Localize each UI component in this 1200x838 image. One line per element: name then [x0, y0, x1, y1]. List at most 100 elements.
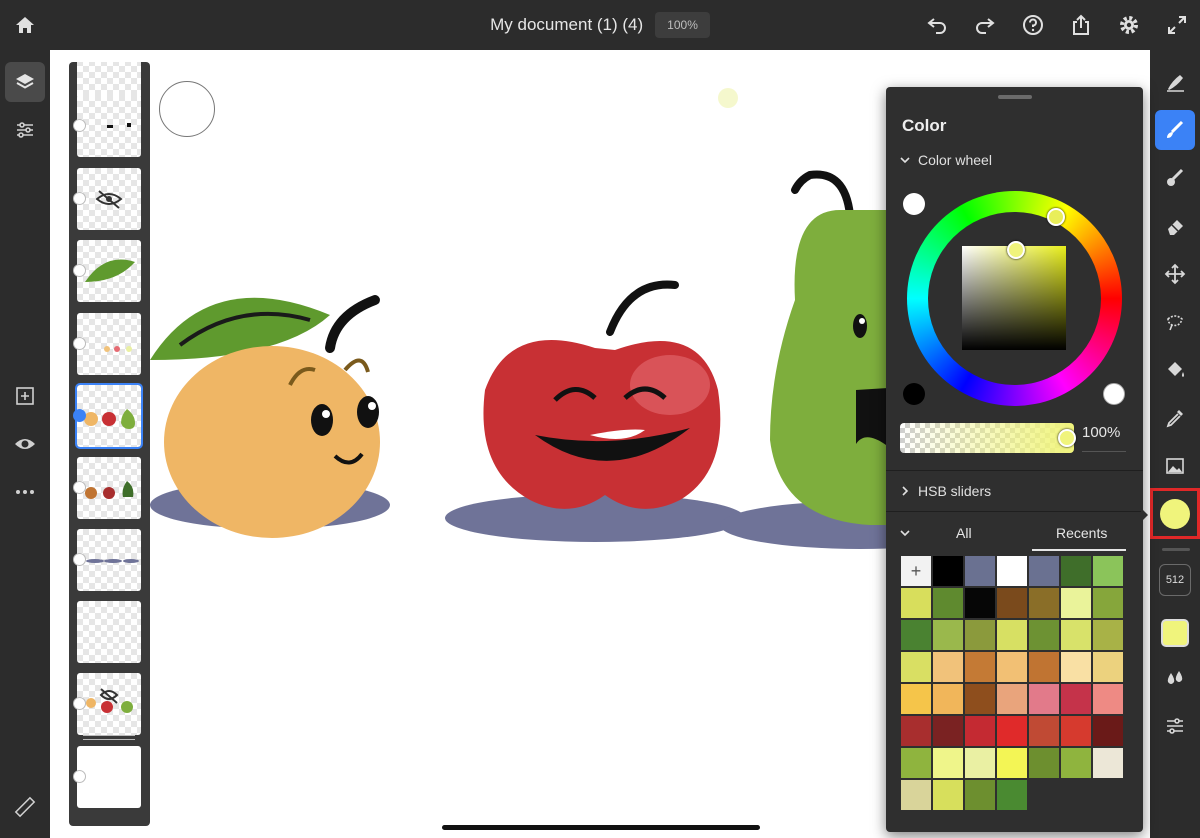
- zoom-level[interactable]: 100%: [655, 12, 710, 38]
- color-swatch[interactable]: [1061, 748, 1091, 778]
- live-brush-tool[interactable]: [1155, 158, 1195, 198]
- color-swatch[interactable]: [1029, 716, 1059, 746]
- layer-thumbnail[interactable]: [73, 529, 141, 591]
- hue-handle[interactable]: [1047, 208, 1065, 226]
- color-swatch[interactable]: [1061, 652, 1091, 682]
- add-swatch-button[interactable]: +: [901, 556, 931, 586]
- color-swatch[interactable]: [1061, 684, 1091, 714]
- tab-recents[interactable]: Recents: [1056, 525, 1107, 541]
- opacity-value[interactable]: 100%: [1082, 424, 1120, 441]
- layer-grip-icon[interactable]: [73, 697, 86, 710]
- layer-thumbnail[interactable]: [73, 240, 141, 302]
- color-swatch[interactable]: [1061, 556, 1091, 586]
- color-swatch[interactable]: [997, 556, 1027, 586]
- color-swatch[interactable]: [997, 620, 1027, 650]
- color-swatch[interactable]: [965, 748, 995, 778]
- add-layer-button[interactable]: [5, 376, 45, 416]
- color-swatch[interactable]: [1061, 620, 1091, 650]
- black-color-button[interactable]: [903, 383, 925, 405]
- color-swatch[interactable]: [965, 620, 995, 650]
- color-swatch[interactable]: [933, 716, 963, 746]
- color-picker-button[interactable]: [1150, 488, 1200, 539]
- color-swatch[interactable]: [1093, 620, 1123, 650]
- settings-button[interactable]: [1114, 10, 1144, 40]
- color-swatch[interactable]: [901, 588, 931, 618]
- layer-grip-icon[interactable]: [73, 409, 86, 422]
- transform-tool[interactable]: [1155, 254, 1195, 294]
- color-swatch[interactable]: [965, 556, 995, 586]
- color-swatch[interactable]: [901, 620, 931, 650]
- fullscreen-button[interactable]: [1162, 10, 1192, 40]
- color-swatch[interactable]: [1029, 620, 1059, 650]
- color-swatch[interactable]: [1093, 716, 1123, 746]
- color-swatch[interactable]: [1093, 556, 1123, 586]
- color-swatch[interactable]: [901, 716, 931, 746]
- background-layer[interactable]: [73, 746, 141, 808]
- layer-thumbnail-selected[interactable]: [73, 383, 143, 449]
- fill-tool[interactable]: [1155, 350, 1195, 390]
- redo-button[interactable]: [970, 10, 1000, 40]
- color-swatch[interactable]: [901, 652, 931, 682]
- eraser-tool[interactable]: [1155, 206, 1195, 246]
- opacity-slider[interactable]: [900, 423, 1076, 453]
- lasso-tool[interactable]: [1155, 302, 1195, 342]
- color-swatch[interactable]: [997, 684, 1027, 714]
- chevron-down-icon[interactable]: [900, 528, 910, 538]
- opacity-handle[interactable]: [1058, 429, 1076, 447]
- color-swatch[interactable]: [1029, 556, 1059, 586]
- color-swatch[interactable]: [901, 780, 931, 810]
- color-swatch[interactable]: [997, 652, 1027, 682]
- place-image-tool[interactable]: [1155, 446, 1195, 486]
- color-swatch[interactable]: [933, 556, 963, 586]
- brush-size-field[interactable]: 512: [1159, 564, 1191, 596]
- layer-grip-icon[interactable]: [73, 192, 86, 205]
- color-swatch[interactable]: [901, 748, 931, 778]
- color-swatch[interactable]: [1093, 652, 1123, 682]
- color-swatch[interactable]: [1029, 684, 1059, 714]
- color-swatch[interactable]: [997, 588, 1027, 618]
- color-swatch[interactable]: [1029, 652, 1059, 682]
- color-swatch[interactable]: [933, 780, 963, 810]
- color-swatch[interactable]: [1029, 588, 1059, 618]
- color-swatch[interactable]: [965, 716, 995, 746]
- smudge-tool[interactable]: [1155, 62, 1195, 102]
- home-button[interactable]: [10, 10, 40, 40]
- layer-image-icon[interactable]: [73, 770, 86, 783]
- saturation-value-square[interactable]: [962, 246, 1066, 350]
- layer-grip-icon[interactable]: [73, 119, 86, 132]
- layer-thumbnail[interactable]: [73, 95, 141, 157]
- document-title[interactable]: My document (1) (4): [490, 15, 643, 35]
- eyedropper-tool[interactable]: [1155, 398, 1195, 438]
- undo-button[interactable]: [922, 10, 952, 40]
- color-swatch[interactable]: [997, 716, 1027, 746]
- layer-properties-button[interactable]: [5, 110, 45, 150]
- color-swatch[interactable]: [1093, 684, 1123, 714]
- color-swatch[interactable]: [965, 780, 995, 810]
- color-swatch[interactable]: [1093, 588, 1123, 618]
- color-swatch[interactable]: [965, 684, 995, 714]
- tab-all[interactable]: All: [956, 525, 972, 541]
- ruler-button[interactable]: [5, 787, 45, 827]
- sv-handle[interactable]: [1007, 241, 1025, 259]
- visibility-button[interactable]: [5, 424, 45, 464]
- color-swatch[interactable]: [1029, 748, 1059, 778]
- color-swatch[interactable]: [965, 588, 995, 618]
- color-swatch[interactable]: [933, 652, 963, 682]
- color-swatch[interactable]: [1061, 716, 1091, 746]
- color-swatch[interactable]: [933, 684, 963, 714]
- color-swatch[interactable]: [933, 620, 963, 650]
- layer-thumbnail[interactable]: [73, 673, 141, 735]
- layer-grip-icon[interactable]: [73, 553, 86, 566]
- color-swatch[interactable]: [997, 780, 1027, 810]
- color-swatch[interactable]: [901, 684, 931, 714]
- color-swatch[interactable]: [997, 748, 1027, 778]
- pixel-brush-tool[interactable]: [1155, 110, 1195, 150]
- hsb-sliders-toggle[interactable]: HSB sliders: [900, 483, 991, 499]
- panel-grabber[interactable]: [998, 95, 1032, 99]
- layer-thumbnail[interactable]: [73, 168, 141, 230]
- color-swatch[interactable]: [1061, 588, 1091, 618]
- color-swatch[interactable]: [1093, 748, 1123, 778]
- layer-thumbnail[interactable]: [73, 313, 141, 375]
- layer-grip-icon[interactable]: [73, 264, 86, 277]
- share-button[interactable]: [1066, 10, 1096, 40]
